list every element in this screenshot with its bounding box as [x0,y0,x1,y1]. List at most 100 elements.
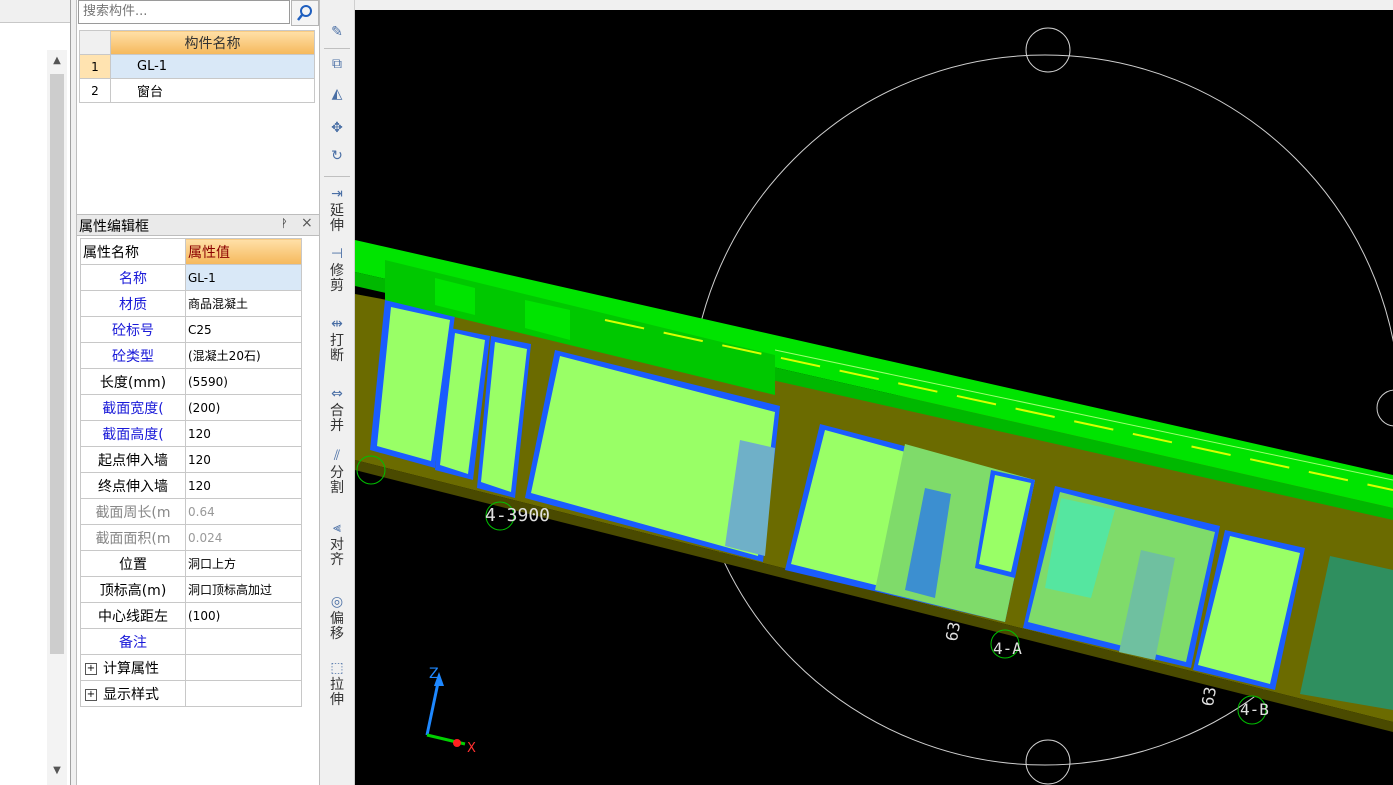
property-row[interactable]: 截面高度(120 [80,420,302,447]
property-name: 终点伸入墙 [80,472,186,499]
move-button[interactable]: ✥ [320,120,354,138]
property-name: 名称 [80,264,186,291]
scroll-down-icon[interactable]: ▼ [47,762,67,780]
toolbar-button-label: 偏移 [330,611,344,642]
property-value[interactable]: GL-1 [185,264,302,291]
property-value[interactable]: 0.024 [185,524,302,551]
property-row[interactable]: 终点伸入墙 120 [80,472,302,499]
property-value[interactable]: (混凝土20石) [185,342,302,369]
property-name: 截面面积(m [80,524,186,551]
property-group-calc[interactable]: + 计算属性 [80,654,302,681]
rotate-button[interactable]: ↻ [320,148,354,166]
property-group-display[interactable]: + 显示样式 [80,680,302,707]
group-label: 计算属性 [103,660,159,677]
property-row[interactable]: 材质 商品混凝土 [80,290,302,317]
toolbar-button-align[interactable]: ⫷ 对齐 [320,520,354,568]
toolbar-button-trim[interactable]: ⊣ 修剪 [320,246,354,294]
break-icon: ⇹ [331,316,343,332]
property-panel-header: 属性编辑框 ᚹ × [77,214,319,236]
orbit-handle-right[interactable] [1376,389,1393,427]
property-value[interactable]: 120 [185,446,302,473]
toolbar-button-split[interactable]: ⫽ 分割 [320,448,354,496]
property-panel-title: 属性编辑框 [79,219,149,235]
property-row[interactable]: 位置 洞口上方 [80,550,302,577]
property-table-header: 属性名称 属性值 [80,238,302,265]
property-value[interactable]: (5590) [185,368,302,395]
scrollbar-thumb[interactable] [50,74,64,654]
axis-label: 4-3900 [485,505,550,526]
property-row[interactable]: 截面周长(m 0.64 [80,498,302,525]
model-canvas[interactable]: 4-3900 4-A 63 4-B 63 Z X [355,10,1393,785]
search-button[interactable] [291,0,319,26]
toolbar-button-label: 对齐 [330,537,344,568]
scroll-up-icon[interactable]: ▲ [47,52,67,70]
property-row[interactable]: 截面面积(m 0.024 [80,524,302,551]
toolbar-divider [324,176,350,177]
property-value[interactable]: 商品混凝土 [185,290,302,317]
property-value[interactable]: 0.64 [185,498,302,525]
component-name-header: 构件名称 [110,30,315,55]
toolbar-button-break[interactable]: ⇹ 打断 [320,316,354,364]
toolbar-button-label: 延伸 [330,203,344,234]
property-name: 截面周长(m [80,498,186,525]
project-tree-toolbar [0,0,70,23]
expand-icon[interactable]: + [85,688,97,701]
brush-button[interactable]: ✎ [320,24,354,42]
property-row[interactable]: 砼标号 C25 [80,316,302,343]
property-value[interactable]: (100) [185,602,302,629]
search-input[interactable] [79,1,287,21]
search-box[interactable] [78,0,290,24]
property-value[interactable] [185,628,302,655]
rotate-icon: ↻ [331,148,343,164]
property-row[interactable]: 名称 GL-1 [80,264,302,291]
toolbar-divider [324,48,350,49]
component-name[interactable]: GL-1 [110,54,315,79]
toolbar-button-extend[interactable]: ⇥ 延伸 [320,186,354,234]
copy-button[interactable]: ⧉ [320,56,354,74]
property-value[interactable]: C25 [185,316,302,343]
property-row[interactable]: 备注 [80,628,302,655]
toolbar-button-merge[interactable]: ⇔ 合并 [320,386,354,434]
orbit-handle-top[interactable] [1025,27,1071,73]
property-name: 砼类型 [80,342,186,369]
toolbar-button-label: 分割 [330,465,344,496]
property-row[interactable]: 长度(mm) (5590) [80,368,302,395]
property-name: 截面高度( [80,420,186,447]
mirror-button[interactable]: ◭ [320,86,354,104]
component-row[interactable]: 1 GL-1 [79,54,315,79]
property-name: 截面宽度( [80,394,186,421]
property-value[interactable]: 120 [185,472,302,499]
property-name: 中心线距左 [80,602,186,629]
property-value[interactable]: 洞口顶标高加过 [185,576,302,603]
expand-icon[interactable]: + [85,662,97,675]
toolbar-button-offset[interactable]: ◎ 偏移 [320,594,354,642]
brush-icon: ✎ [331,24,343,40]
offset-icon: ◎ [330,594,344,610]
property-value[interactable]: (200) [185,394,302,421]
extend-icon: ⇥ [331,186,343,202]
3d-viewport[interactable]: 4-3900 4-A 63 4-B 63 Z X [355,10,1393,785]
copy-icon: ⧉ [332,56,342,72]
property-row[interactable]: 砼类型 (混凝土20石) [80,342,302,369]
toolbar-button-label: 打断 [330,333,344,364]
toolbar-button-label: 拉伸 [330,677,344,708]
property-row[interactable]: 中心线距左 (100) [80,602,302,629]
move-icon: ✥ [331,120,343,136]
property-value[interactable]: 120 [185,420,302,447]
component-index: 1 [79,54,111,79]
orbit-handle-bottom[interactable] [1025,739,1071,785]
origin-marker [453,739,461,747]
property-row[interactable]: 顶标高(m) 洞口顶标高加过 [80,576,302,603]
property-name: 起点伸入墙 [80,446,186,473]
project-tree-scrollbar[interactable]: ▲ ▼ [47,50,67,785]
property-value[interactable]: 洞口上方 [185,550,302,577]
component-name[interactable]: 窗台 [110,78,315,103]
axis-label: 4-B [1240,700,1269,719]
toolbar-button-stretch[interactable]: ⬚ 拉伸 [320,660,354,708]
close-icon[interactable]: × [301,215,313,231]
stretch-icon: ⬚ [330,660,344,676]
component-row[interactable]: 2 窗台 [79,78,315,103]
property-row[interactable]: 起点伸入墙 120 [80,446,302,473]
pin-icon[interactable]: ᚹ [281,217,288,230]
property-row[interactable]: 截面宽度((200) [80,394,302,421]
